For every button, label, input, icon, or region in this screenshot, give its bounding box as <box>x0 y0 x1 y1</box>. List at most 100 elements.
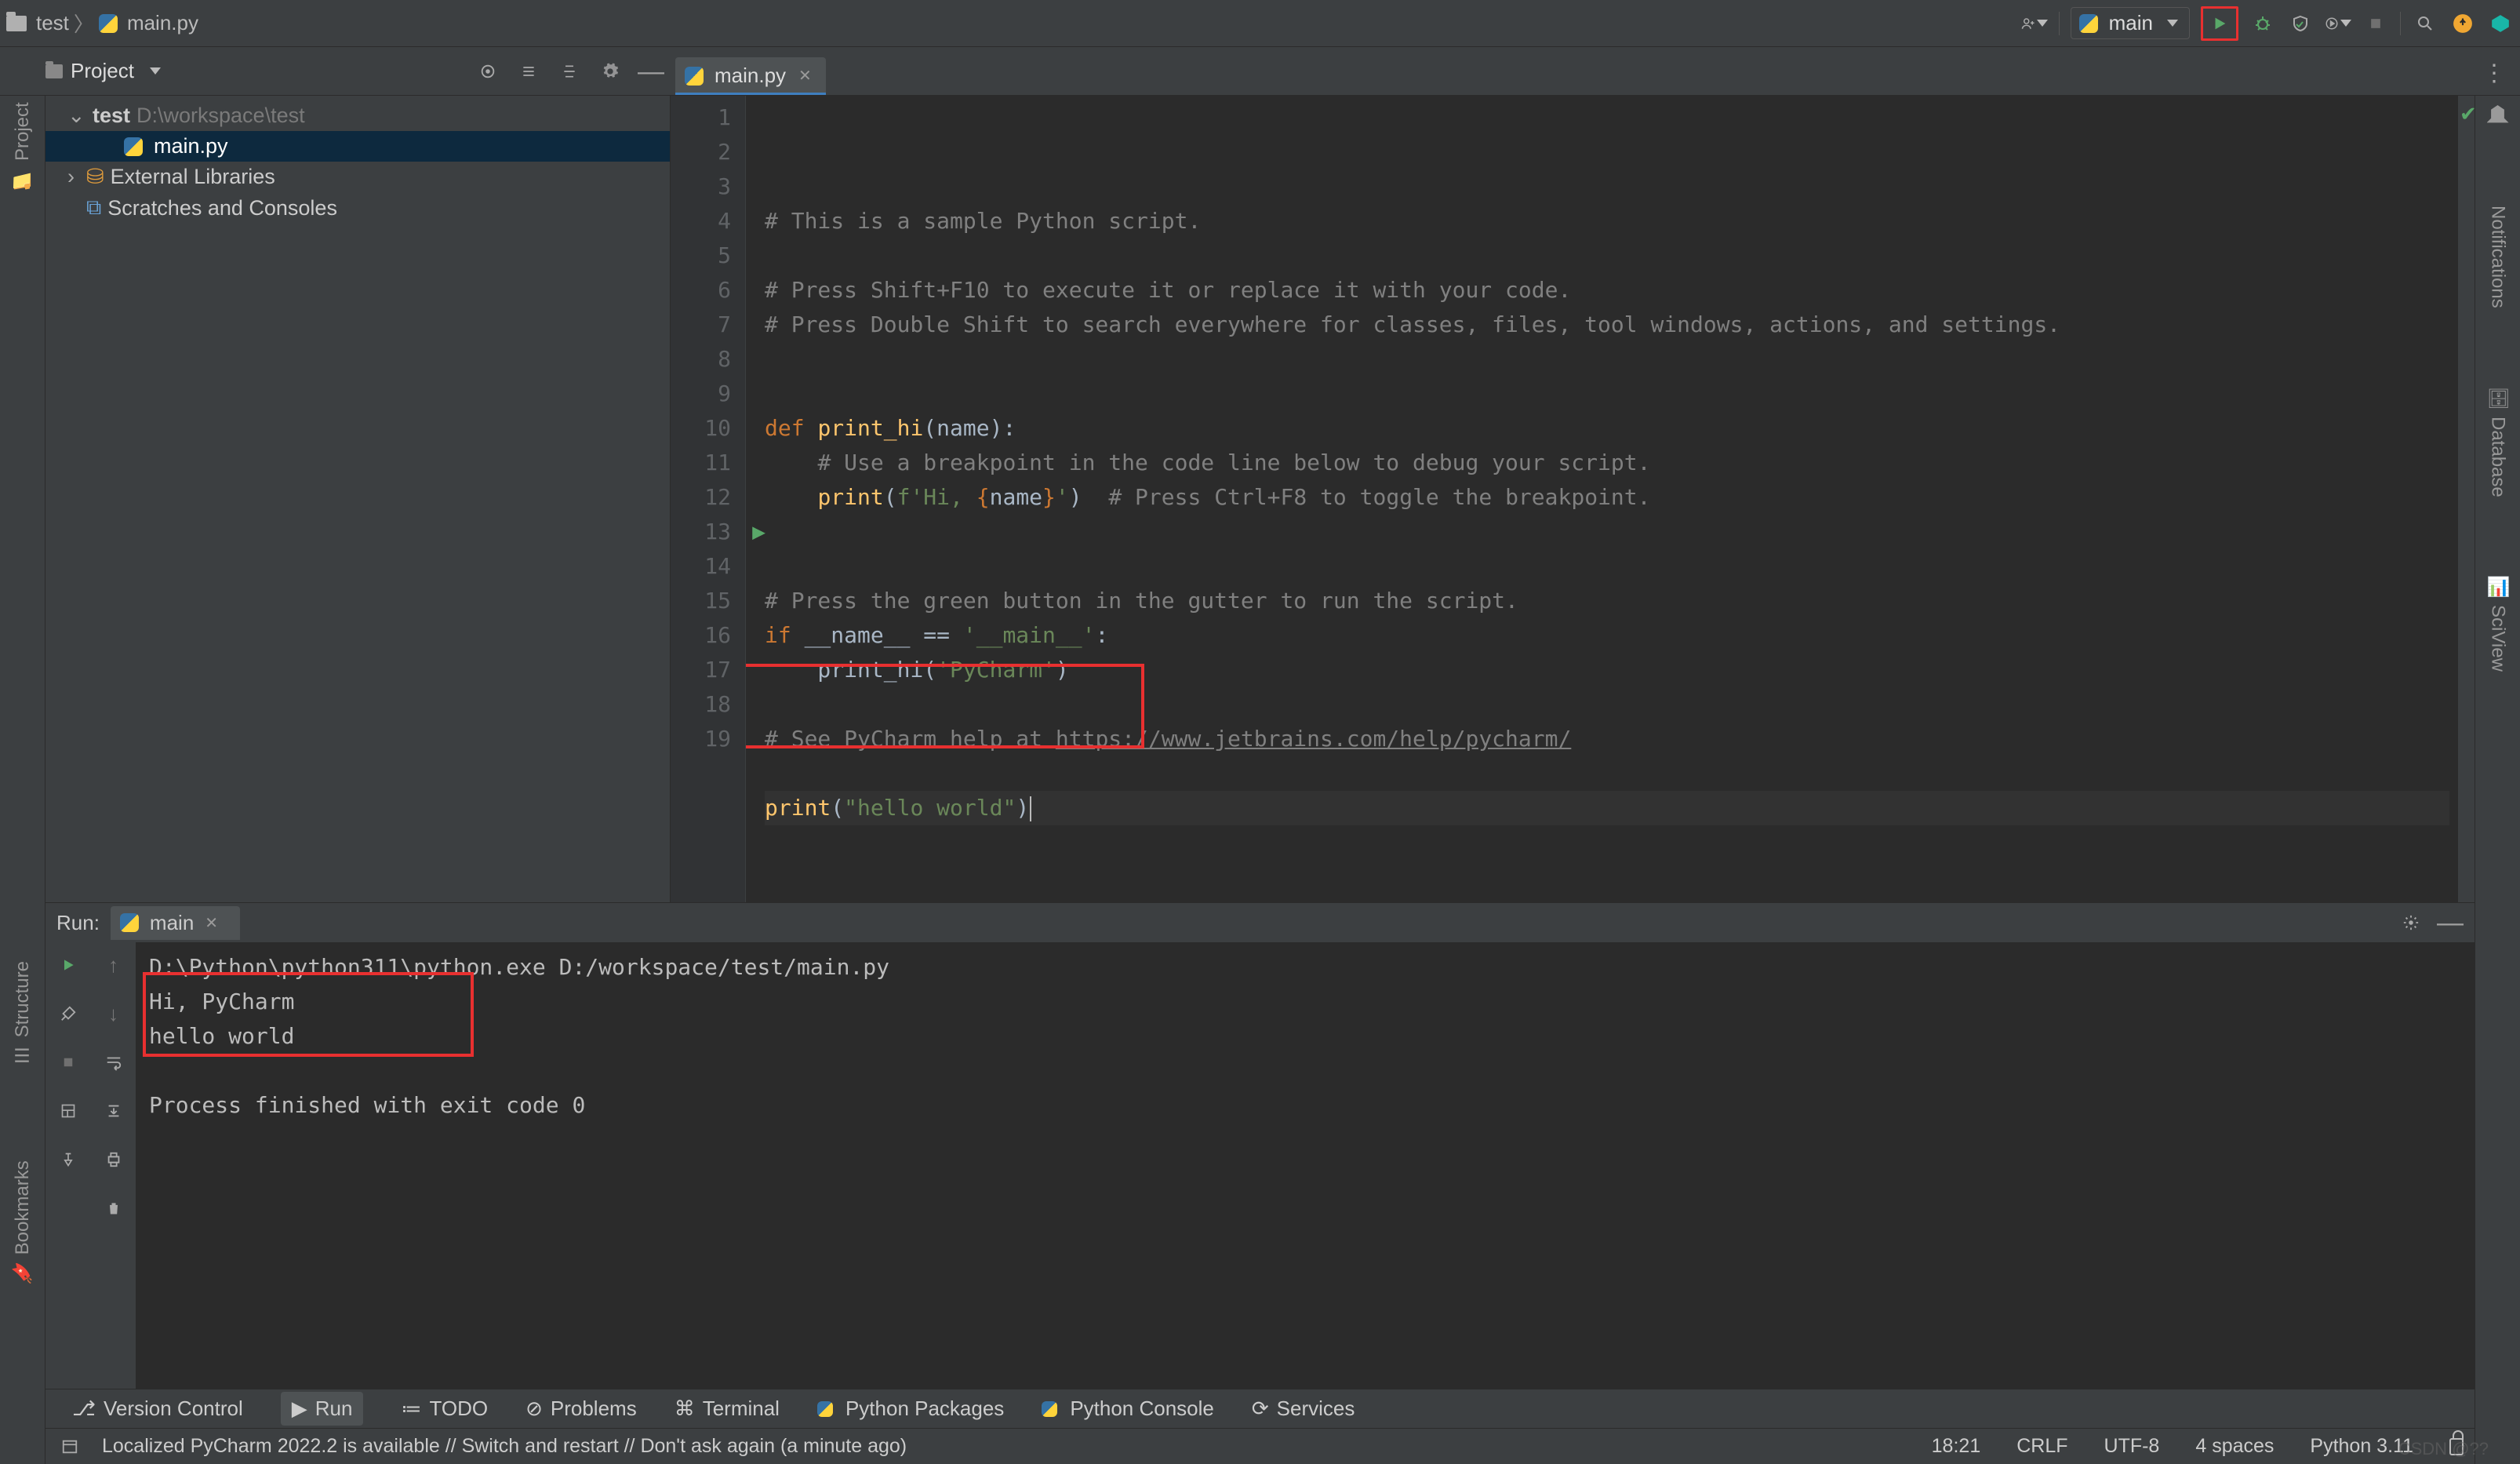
run-config-label: main <box>2109 11 2153 35</box>
tab-todo[interactable]: ≔TODO <box>401 1397 488 1421</box>
stop-run-button[interactable] <box>55 1049 82 1076</box>
tool-notifications[interactable]: Notifications <box>2487 206 2509 308</box>
up-stack-icon[interactable]: ↑ <box>100 952 127 978</box>
caret-position[interactable]: 18:21 <box>1932 1435 1981 1458</box>
editor-code-area[interactable]: # This is a sample Python script. # Pres… <box>746 96 2457 902</box>
indent-setting[interactable]: 4 spaces <box>2195 1435 2274 1458</box>
tool-database[interactable]: 🗄Database <box>2487 387 2509 497</box>
project-tool-header: Project — <box>0 47 671 95</box>
run-panel-title: Run: <box>56 911 100 935</box>
separator <box>2059 12 2060 35</box>
project-tree[interactable]: ⌄ test D:\workspace\testmain.py›⛁ Extern… <box>45 96 671 902</box>
clear-icon[interactable] <box>100 1195 127 1222</box>
run-sidebar-primary <box>45 942 91 1389</box>
tree-row[interactable]: main.py <box>45 131 670 162</box>
run-console-output[interactable]: D:\Python\python311\python.exe D:/worksp… <box>136 942 2475 1389</box>
run-tool-window: Run: main ✕ — <box>45 902 2475 1389</box>
services-icon: ⟳ <box>1252 1397 1269 1421</box>
python-file-icon <box>817 1401 833 1417</box>
tab-services[interactable]: ⟳Services <box>1252 1397 1355 1421</box>
chevron-down-icon[interactable] <box>150 67 161 75</box>
analysis-ok-icon[interactable]: ✔ <box>2460 102 2477 126</box>
tree-row[interactable]: ⌄ test D:\workspace\test <box>45 100 670 131</box>
tabs-menu-icon[interactable]: ⋮ <box>2481 60 2507 86</box>
hide-panel-icon[interactable]: — <box>638 58 664 85</box>
python-file-icon <box>2079 14 2098 33</box>
watermark: CSDN @?? <box>2398 1439 2489 1459</box>
expand-all-icon[interactable] <box>515 58 542 85</box>
search-everywhere-button[interactable] <box>2412 10 2438 37</box>
run-configuration-selector[interactable]: main <box>2071 7 2190 39</box>
run-button-highlighted <box>2201 6 2238 41</box>
run-settings-button[interactable] <box>55 1000 82 1027</box>
down-stack-icon[interactable]: ↓ <box>100 1000 127 1027</box>
more-run-button[interactable] <box>2325 10 2351 37</box>
tab-problems[interactable]: ⊘Problems <box>525 1397 637 1421</box>
close-tab-icon[interactable]: ✕ <box>205 913 218 933</box>
locate-icon[interactable] <box>475 58 501 85</box>
python-file-icon <box>1042 1401 1057 1417</box>
tree-row[interactable]: ›⛁ External Libraries <box>45 162 670 192</box>
folder-icon <box>6 16 27 31</box>
breadcrumb[interactable]: test 〉 main.py <box>6 9 198 38</box>
run-button[interactable] <box>2206 10 2233 37</box>
add-user-icon[interactable] <box>2021 10 2048 37</box>
tool-project[interactable]: 📁Project <box>12 102 34 190</box>
breadcrumb-file[interactable]: main.py <box>127 11 198 35</box>
branch-icon: ⎇ <box>72 1397 96 1421</box>
notifications-bell-icon[interactable] <box>2487 105 2509 127</box>
pin-button[interactable] <box>55 1146 82 1173</box>
tab-terminal[interactable]: ⌘Terminal <box>675 1397 780 1421</box>
python-file-icon <box>120 913 139 932</box>
editor-gutter[interactable]: 123456789101112▶13141516171819 <box>671 96 746 902</box>
debug-button[interactable] <box>2249 10 2276 37</box>
file-encoding[interactable]: UTF-8 <box>2104 1435 2160 1458</box>
collapse-all-icon[interactable] <box>556 58 583 85</box>
line-separator[interactable]: CRLF <box>2016 1435 2067 1458</box>
coverage-button[interactable] <box>2287 10 2314 37</box>
chevron-down-icon <box>2167 20 2178 27</box>
scroll-to-end-icon[interactable] <box>100 1098 127 1124</box>
status-bar: Localized PyCharm 2022.2 is available //… <box>45 1428 2475 1464</box>
terminal-icon: ⌘ <box>675 1397 695 1421</box>
project-view-icon <box>45 64 63 78</box>
tool-structure[interactable]: ☰Structure <box>12 961 34 1065</box>
editor-tabs-bar: main.py ✕ ⋮ <box>671 47 2520 95</box>
rerun-button[interactable] <box>55 952 82 978</box>
right-tool-strip: Notifications 🗄Database 📊SciView <box>2475 96 2520 1464</box>
close-tab-icon[interactable]: ✕ <box>798 66 812 86</box>
run-tab-main[interactable]: main ✕ <box>111 906 240 940</box>
top-breadcrumb-bar: test 〉 main.py main <box>0 0 2520 47</box>
soft-wrap-icon[interactable] <box>100 1049 127 1076</box>
editor[interactable]: 123456789101112▶13141516171819 # This is… <box>671 96 2475 902</box>
run-settings-icon[interactable] <box>2398 909 2424 936</box>
run-tab-label: main <box>150 911 194 935</box>
layout-button[interactable] <box>55 1098 82 1124</box>
bottom-tool-tabs: ⎇Version Control ▶Run ≔TODO ⊘Problems ⌘T… <box>45 1389 2475 1428</box>
settings-icon[interactable] <box>597 58 624 85</box>
code-with-me-icon[interactable] <box>2487 10 2514 37</box>
editor-marker-strip[interactable]: ✔ <box>2457 96 2475 902</box>
status-message[interactable]: Localized PyCharm 2022.2 is available //… <box>102 1435 907 1458</box>
tab-python-console[interactable]: Python Console <box>1042 1397 1214 1421</box>
tool-bookmarks[interactable]: 🔖Bookmarks <box>12 1160 34 1284</box>
editor-tab-main[interactable]: main.py ✕ <box>675 57 826 95</box>
tool-sciview[interactable]: 📊SciView <box>2487 576 2509 672</box>
print-icon[interactable] <box>100 1146 127 1173</box>
status-window-icon[interactable] <box>56 1433 83 1460</box>
run-sidebar-secondary: ↑ ↓ <box>91 942 136 1389</box>
tree-row[interactable]: ⧉ Scratches and Consoles <box>45 192 670 224</box>
tab-version-control[interactable]: ⎇Version Control <box>72 1397 243 1421</box>
hide-run-panel-icon[interactable]: — <box>2437 909 2464 936</box>
stop-button[interactable] <box>2362 10 2389 37</box>
chevron-right-icon: 〉 <box>74 9 94 38</box>
separator <box>2400 12 2401 35</box>
ide-update-icon[interactable] <box>2449 10 2476 37</box>
warning-icon: ⊘ <box>525 1397 543 1421</box>
tab-python-packages[interactable]: Python Packages <box>817 1397 1004 1421</box>
project-panel-title[interactable]: Project <box>71 59 134 83</box>
play-icon: ▶ <box>292 1397 307 1421</box>
tab-run[interactable]: ▶Run <box>281 1392 364 1426</box>
breadcrumb-root[interactable]: test <box>36 11 69 35</box>
left-tool-strip: 📁Project ☰Structure 🔖Bookmarks <box>0 96 45 1464</box>
